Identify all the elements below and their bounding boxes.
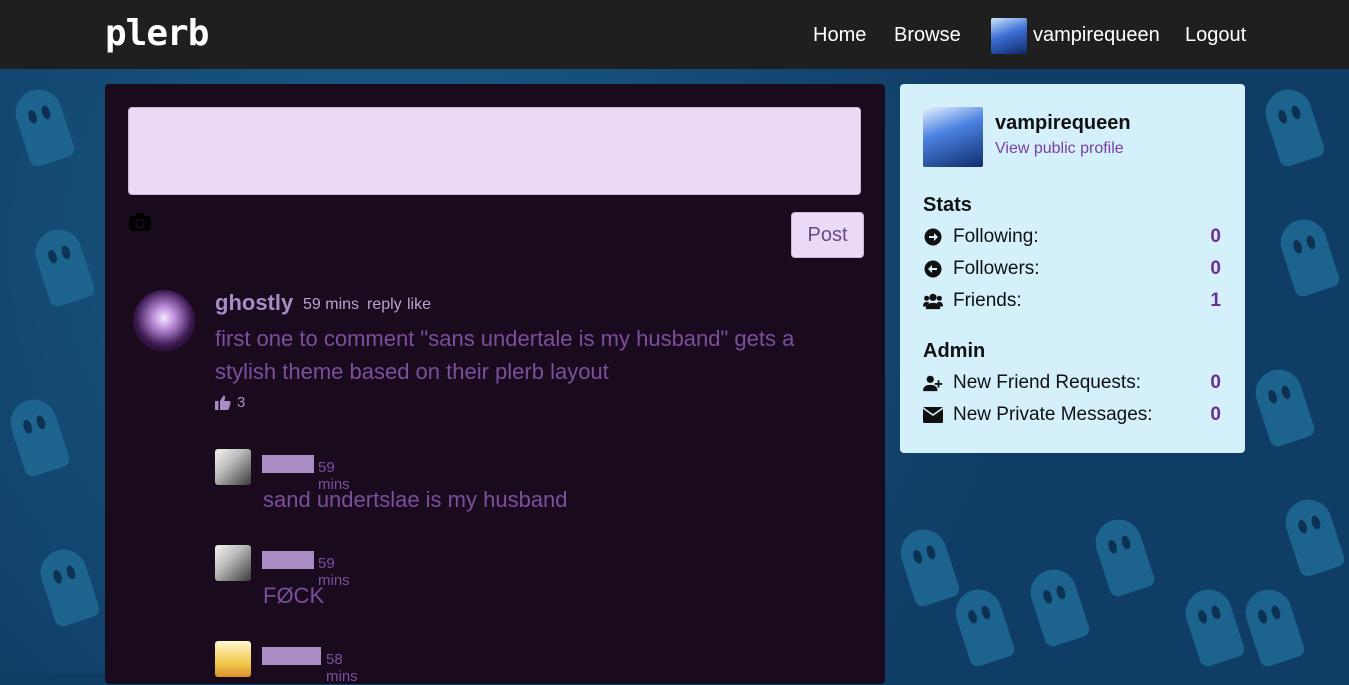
like-count-value: 3 xyxy=(237,394,246,411)
like-link[interactable]: like xyxy=(407,296,431,314)
camera-icon[interactable] xyxy=(128,212,152,232)
admin-value: 0 xyxy=(1210,404,1221,425)
stat-friends[interactable]: Friends: 1 xyxy=(923,288,1221,314)
reply-avatar[interactable] xyxy=(215,545,251,581)
reply-text: FØCK xyxy=(263,583,325,608)
post-button[interactable]: Post xyxy=(791,212,864,258)
top-navbar: plerb Home Browse vampirequeen Logout xyxy=(0,0,1349,69)
reply-link[interactable]: reply xyxy=(367,296,402,314)
nav-user-link[interactable]: vampirequeen xyxy=(1033,22,1160,48)
reply-time: 58 mins xyxy=(326,651,358,685)
profile-sidebar: vampirequeen View public profile Stats F… xyxy=(900,84,1245,453)
admin-friend-requests[interactable]: New Friend Requests: 0 xyxy=(923,370,1221,396)
admin-title: Admin xyxy=(923,340,986,362)
envelope-icon xyxy=(923,405,943,425)
stat-following[interactable]: Following: 0 xyxy=(923,224,1221,250)
comment-time: 59 mins xyxy=(303,296,360,313)
feed-panel: Post ghostly 59 mins reply like first on… xyxy=(105,84,885,685)
reply-author-redacted xyxy=(262,455,314,473)
arrow-right-circle-icon xyxy=(923,227,943,247)
admin-label: New Friend Requests: xyxy=(953,372,1141,393)
stat-label: Following: xyxy=(953,226,1039,247)
reply-author-redacted xyxy=(262,551,314,569)
stat-label: Followers: xyxy=(953,258,1040,279)
comment-text: first one to comment "sans undertale is … xyxy=(215,326,795,384)
users-icon xyxy=(923,291,943,311)
stat-label: Friends: xyxy=(953,290,1022,311)
reply-text: sand undertslae is my husband xyxy=(263,487,568,512)
nav-user-avatar[interactable] xyxy=(991,18,1027,54)
admin-private-messages[interactable]: New Private Messages: 0 xyxy=(923,402,1221,428)
sidebar-username[interactable]: vampirequeen xyxy=(995,112,1131,135)
nav-logout-link[interactable]: Logout xyxy=(1185,22,1246,48)
admin-value: 0 xyxy=(1210,372,1221,393)
reply-author-redacted xyxy=(262,647,321,665)
thumbs-up-icon xyxy=(215,395,231,410)
stat-value: 1 xyxy=(1210,290,1221,311)
comment-author[interactable]: ghostly xyxy=(215,290,293,316)
stat-value: 0 xyxy=(1210,258,1221,279)
reply-avatar[interactable] xyxy=(215,641,251,677)
reply-avatar[interactable] xyxy=(215,449,251,485)
stats-title: Stats xyxy=(923,194,972,216)
stat-value: 0 xyxy=(1210,226,1221,247)
profile-avatar[interactable] xyxy=(923,107,983,167)
nav-browse-link[interactable]: Browse xyxy=(894,22,961,48)
admin-label: New Private Messages: xyxy=(953,404,1153,425)
arrow-left-circle-icon xyxy=(923,259,943,279)
view-public-profile-link[interactable]: View public profile xyxy=(995,140,1124,158)
plerb-logo[interactable]: plerb xyxy=(105,14,209,54)
stat-followers[interactable]: Followers: 0 xyxy=(923,256,1221,282)
ghost-avatar[interactable] xyxy=(133,290,195,352)
nav-home-link[interactable]: Home xyxy=(813,22,866,48)
user-plus-icon xyxy=(923,373,943,393)
post-composer-input[interactable] xyxy=(128,107,861,195)
like-count: 3 xyxy=(215,394,245,411)
